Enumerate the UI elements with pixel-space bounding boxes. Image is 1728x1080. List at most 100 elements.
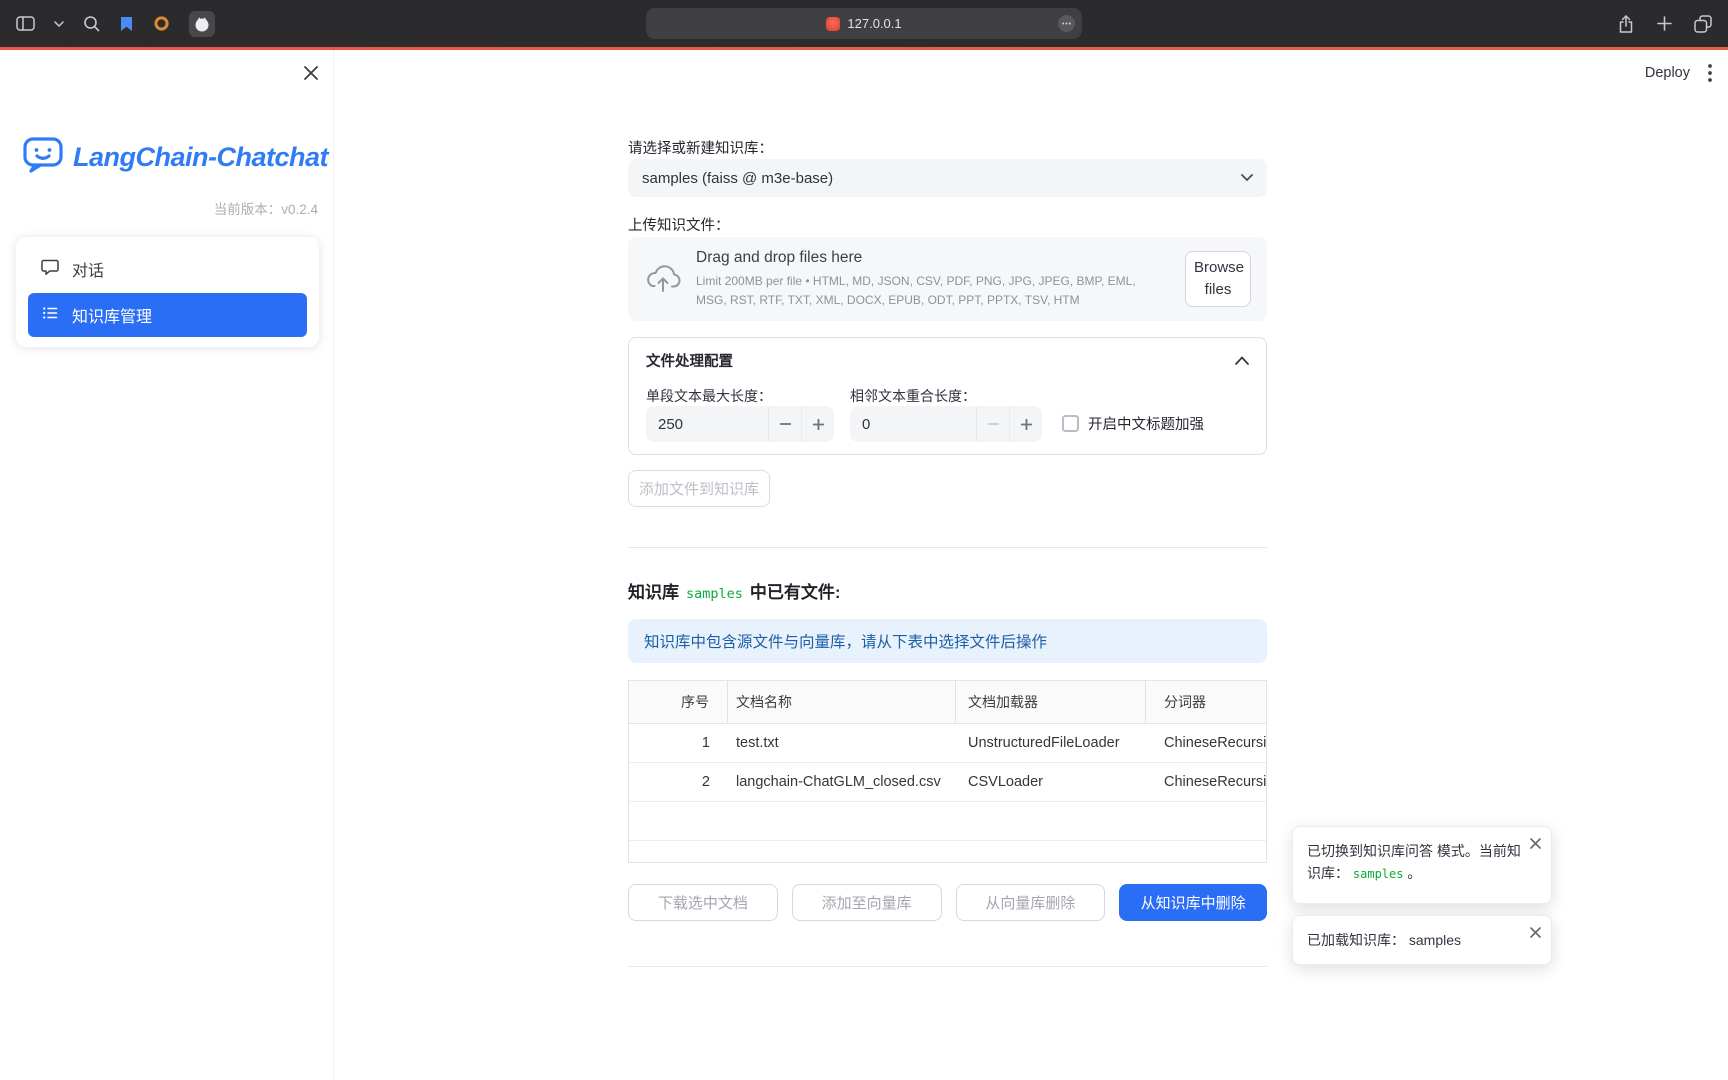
row-marker-cell[interactable] <box>629 724 669 762</box>
kb-files-heading: 知识库 samples 中已有文件: <box>628 578 841 603</box>
column-header-name[interactable]: 文档名称 <box>728 681 956 723</box>
dropzone-limit-text: Limit 200MB per file • HTML, MD, JSON, C… <box>696 272 1167 309</box>
checkbox-box[interactable] <box>1062 415 1079 432</box>
toast-mode-switched: 已切换到知识库问答 模式。当前知识库： samples 。 <box>1292 826 1552 904</box>
table-actions: 下载选中文档 添加至向量库 从向量库删除 从知识库中删除 <box>628 884 1267 921</box>
add-files-button[interactable]: 添加文件到知识库 <box>628 470 770 507</box>
table-empty-row <box>629 802 1266 841</box>
expander-title: 文件处理配置 <box>646 350 733 371</box>
chatchat-logo-icon <box>22 136 64 179</box>
plus-button[interactable] <box>1009 406 1042 442</box>
cell-splitter: ChineseRecursiveT <box>1146 763 1266 801</box>
browse-files-button[interactable]: Browse files <box>1185 251 1251 307</box>
sidebar-item-label: 对话 <box>72 257 104 281</box>
toast-close-icon[interactable] <box>1530 838 1541 849</box>
delete-from-vector-store-button[interactable]: 从向量库删除 <box>956 884 1106 921</box>
kb-select-dropdown[interactable]: samples (faiss @ m3e-base) <box>628 159 1267 197</box>
cell-splitter: ChineseRecursiveT <box>1146 724 1266 762</box>
new-tab-icon[interactable] <box>1657 16 1672 31</box>
info-text: 知识库中包含源文件与向量库，请从下表中选择文件后操作 <box>644 630 1047 652</box>
kb-files-suffix: 中已有文件: <box>750 578 841 603</box>
kb-name-code: samples <box>686 586 743 602</box>
divider <box>628 547 1267 548</box>
chunk-overlap-input: 0 <box>850 406 1042 442</box>
column-header-index[interactable]: 序号 <box>669 681 728 723</box>
sidebar: LangChain-Chatchat 当前版本：v0.2.4 对话 知识库管理 <box>0 50 334 1080</box>
chevron-down-icon[interactable] <box>54 21 64 27</box>
address-bar-url: 127.0.0.1 <box>847 16 901 31</box>
search-icon[interactable] <box>83 15 100 32</box>
info-banner: 知识库中包含源文件与向量库，请从下表中选择文件后操作 <box>628 619 1267 663</box>
cell-name: test.txt <box>728 724 956 762</box>
divider <box>628 966 1267 967</box>
row-marker-header[interactable] <box>629 681 669 723</box>
version-label: 当前版本：v0.2.4 <box>214 198 318 218</box>
sidebar-toggle-icon[interactable] <box>16 15 35 32</box>
github-extension-icon[interactable] <box>189 11 215 37</box>
tab-overview-icon[interactable] <box>1694 15 1712 33</box>
expander-header[interactable]: 文件处理配置 <box>629 338 1266 382</box>
file-config-expander: 文件处理配置 单段文本最大长度： 相邻文本重合长度： 250 0 <box>628 337 1267 455</box>
dropzone-instructions: Drag and drop files here Limit 200MB per… <box>696 249 1171 309</box>
cell-name: langchain-ChatGLM_closed.csv <box>728 763 956 801</box>
toast-text-suffix: 。 <box>1407 865 1421 881</box>
sidebar-item-knowledge-base[interactable]: 知识库管理 <box>28 293 307 337</box>
site-favicon-icon <box>826 17 840 31</box>
cloud-upload-icon <box>644 265 682 293</box>
chat-bubble-icon <box>41 258 59 281</box>
column-header-splitter[interactable]: 分词器 <box>1146 681 1266 723</box>
download-selected-button[interactable]: 下载选中文档 <box>628 884 778 921</box>
page-settings-ellipsis-icon[interactable] <box>1058 15 1075 32</box>
address-bar[interactable]: 127.0.0.1 <box>646 8 1082 39</box>
cell-loader: CSVLoader <box>956 763 1146 801</box>
bookmark-extension-icon[interactable] <box>119 16 134 32</box>
sidebar-item-dialogue[interactable]: 对话 <box>28 247 307 291</box>
kb-select-value: samples (faiss @ m3e-base) <box>642 170 833 187</box>
app-title: LangChain-Chatchat <box>73 142 328 173</box>
plus-button[interactable] <box>801 406 834 442</box>
streamlit-header: Deploy <box>1645 50 1712 96</box>
knowledge-base-icon <box>41 304 59 327</box>
minus-button[interactable] <box>976 406 1009 442</box>
row-marker-cell[interactable] <box>629 763 669 801</box>
cell-loader: UnstructuredFileLoader <box>956 724 1146 762</box>
app-logo: LangChain-Chatchat <box>22 136 328 179</box>
chunk-size-value[interactable]: 250 <box>646 406 768 442</box>
chunk-overlap-label: 相邻文本重合长度： <box>850 386 976 406</box>
chevron-up-icon <box>1235 356 1249 365</box>
share-icon[interactable] <box>1617 14 1635 34</box>
content-column: 请选择或新建知识库： samples (faiss @ m3e-base) 上传… <box>628 50 1267 1080</box>
column-header-loader[interactable]: 文档加载器 <box>956 681 1146 723</box>
toast-kb-loaded: 已加载知识库： samples <box>1292 915 1552 965</box>
toast-text: 已加载知识库： samples <box>1307 932 1461 948</box>
chevron-down-icon <box>1241 174 1253 182</box>
deploy-button[interactable]: Deploy <box>1645 65 1690 81</box>
checkbox-label: 开启中文标题加强 <box>1088 413 1204 434</box>
table-header-row: 序号 文档名称 文档加载器 分词器 <box>629 681 1266 724</box>
cell-index: 1 <box>669 724 728 762</box>
chunk-overlap-value[interactable]: 0 <box>850 406 976 442</box>
dropzone-title: Drag and drop files here <box>696 249 1167 267</box>
minus-button[interactable] <box>768 406 801 442</box>
delete-from-kb-button[interactable]: 从知识库中删除 <box>1119 884 1267 921</box>
kb-select-label: 请选择或新建知识库： <box>628 137 773 158</box>
chunk-size-label: 单段文本最大长度： <box>646 386 772 406</box>
kb-files-prefix: 知识库 <box>628 578 679 603</box>
browser-toolbar: 127.0.0.1 <box>0 0 1728 47</box>
main-menu-kebab-icon[interactable] <box>1708 64 1712 82</box>
recorder-extension-icon[interactable] <box>153 15 170 32</box>
table-row[interactable]: 2 langchain-ChatGLM_closed.csv CSVLoader… <box>629 763 1266 802</box>
sidebar-item-label: 知识库管理 <box>72 303 152 327</box>
cell-index: 2 <box>669 763 728 801</box>
add-to-vector-store-button[interactable]: 添加至向量库 <box>792 884 942 921</box>
zh-title-enhance-checkbox[interactable]: 开启中文标题加强 <box>1062 413 1204 434</box>
upload-label: 上传知识文件： <box>628 214 730 235</box>
chunk-size-input: 250 <box>646 406 834 442</box>
toast-close-icon[interactable] <box>1530 927 1541 938</box>
table-row[interactable]: 1 test.txt UnstructuredFileLoader Chines… <box>629 724 1266 763</box>
files-table: 序号 文档名称 文档加载器 分词器 1 test.txt Unstructure… <box>628 680 1267 863</box>
toast-kb-code: samples <box>1353 867 1404 881</box>
file-dropzone[interactable]: Drag and drop files here Limit 200MB per… <box>628 237 1267 321</box>
sidebar-close-icon[interactable] <box>300 62 322 84</box>
sidebar-menu: 对话 知识库管理 <box>16 237 319 347</box>
